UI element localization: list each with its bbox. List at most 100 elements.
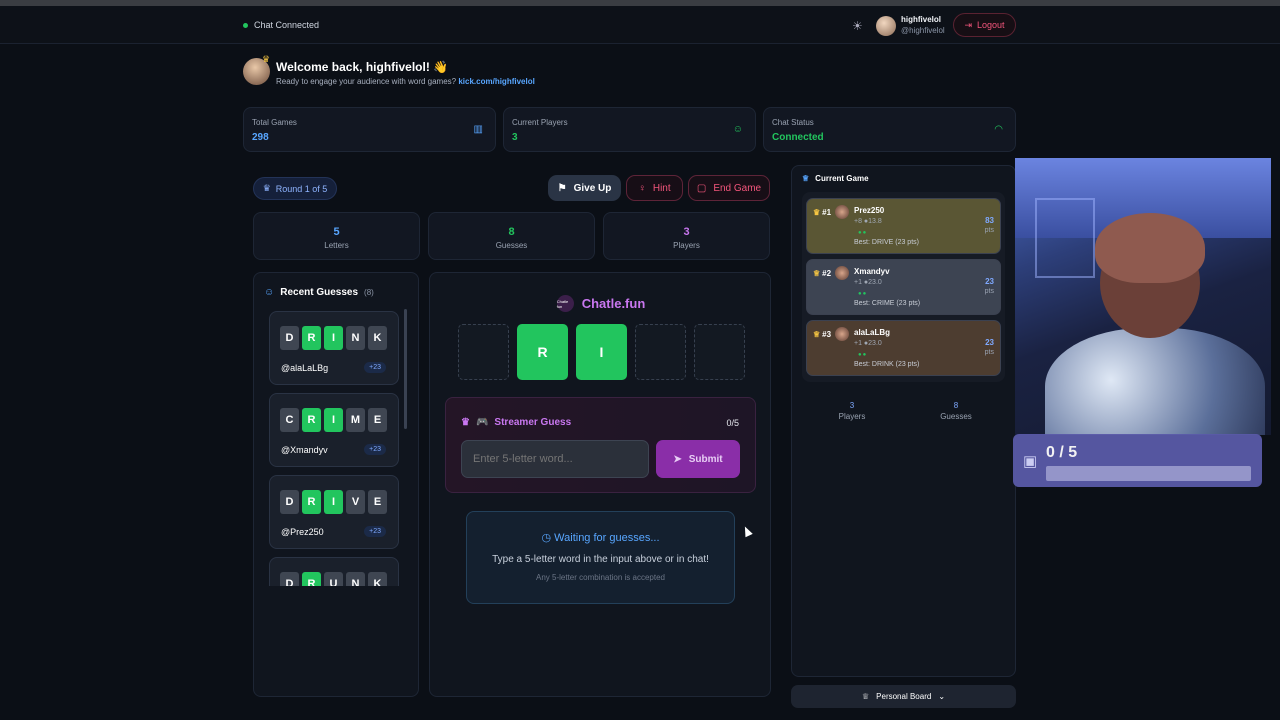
guess-user: @Xmandyv bbox=[281, 445, 328, 455]
status-dot-icon bbox=[243, 22, 248, 28]
player-points: 23 bbox=[985, 277, 994, 286]
gamepad-icon: 🎮 bbox=[475, 417, 489, 428]
current-game-players: 3 Players bbox=[812, 401, 892, 421]
scrollbar[interactable] bbox=[404, 309, 407, 429]
player-points-label: pts bbox=[984, 288, 994, 295]
submit-button[interactable]: ➤ Submit bbox=[656, 440, 740, 478]
list-item[interactable]: DRUNK bbox=[269, 557, 399, 586]
channel-link[interactable]: kick.com/highfivelol bbox=[458, 77, 534, 86]
medal-icon: ♛ bbox=[813, 208, 821, 217]
webcam-shelf bbox=[1035, 198, 1095, 278]
player-progress-dots: ●● bbox=[858, 291, 868, 297]
avatar bbox=[835, 327, 849, 341]
player-best: Best: CRIME (23 pts) bbox=[854, 300, 921, 307]
guess-points-badge: +23 bbox=[364, 362, 386, 373]
game-stat-letters: 5 Letters bbox=[253, 212, 420, 260]
hint-label: Hint bbox=[652, 182, 671, 194]
guess-tiles: DRINK bbox=[280, 326, 387, 350]
stat-label: Chat Status bbox=[772, 118, 814, 127]
logout-label: Logout bbox=[977, 20, 1005, 30]
theme-toggle-sun-icon[interactable]: ☀ bbox=[852, 19, 863, 33]
stat-value: 3 bbox=[512, 132, 518, 143]
recent-guesses-title: Recent Guesses bbox=[280, 287, 359, 298]
player-points: 83 bbox=[985, 216, 994, 225]
stat-card-total-games: Total Games 298 ▥ bbox=[243, 107, 496, 152]
board-tile: R bbox=[517, 324, 568, 380]
personal-board-button[interactable]: ♕ Personal Board ⌄ bbox=[791, 685, 1016, 708]
list-item[interactable]: C R I M E @Xmandyv +23 bbox=[269, 393, 399, 467]
player-best: Best: DRINK (23 pts) bbox=[854, 361, 920, 368]
game-stat-value: 8 bbox=[508, 226, 515, 238]
player-name: Prez250 bbox=[854, 206, 885, 215]
leaderboard-row[interactable]: ♕ #2 Xmandyv +1 ●23.0 ●● Best: CRIME (23 pts)… bbox=[806, 259, 1001, 315]
logout-button[interactable]: ⇥ Logout bbox=[953, 13, 1016, 37]
footer-value: 8 bbox=[953, 401, 959, 410]
list-item[interactable]: D R I N K @alaLaLBg +23 bbox=[269, 311, 399, 385]
rank-text: #1 bbox=[822, 208, 832, 217]
game-stat-label: Guesses bbox=[495, 241, 528, 250]
leaderboard-row[interactable]: ♛ #1 Prez250 +8 ●13.8 ●● Best: DRIVE (23 pts)… bbox=[806, 198, 1001, 254]
recent-guesses-panel: ☺ Recent Guesses (8) D R I N K @alaLaLBg +23 C R… bbox=[253, 272, 419, 697]
guess-tile: E bbox=[368, 490, 387, 514]
game-stat-guesses: 8 Guesses bbox=[428, 212, 595, 260]
end-game-button[interactable]: ▢ End Game bbox=[688, 175, 770, 201]
give-up-button[interactable]: ⚑ Give Up bbox=[548, 175, 621, 201]
rank-text: #3 bbox=[822, 330, 832, 339]
guess-tile: K bbox=[368, 326, 387, 350]
rank-label: ♛ #1 bbox=[813, 208, 831, 217]
guess-tile: V bbox=[346, 490, 365, 514]
personal-board-label: Personal Board bbox=[876, 692, 932, 701]
flag-icon: ⚑ bbox=[557, 182, 567, 194]
guess-points-badge: +23 bbox=[364, 526, 386, 537]
submit-label: Submit bbox=[688, 453, 723, 465]
logout-icon: ⇥ bbox=[964, 19, 972, 30]
hint-button[interactable]: ♀ Hint bbox=[626, 175, 683, 201]
game-board-panel: Chatle fun Chatle.fun RI ♛ 🎮 Streamer Gu… bbox=[429, 272, 771, 697]
footer-label: Guesses bbox=[940, 412, 972, 421]
crown-icon: ♛ bbox=[262, 183, 271, 193]
avatar[interactable] bbox=[876, 16, 896, 36]
board-tile bbox=[635, 324, 686, 380]
guess-tiles: DRIVE bbox=[280, 490, 387, 514]
guess-tile: D bbox=[280, 572, 299, 586]
stat-card-current-players: Current Players 3 ☺ bbox=[503, 107, 756, 152]
guess-tile: R bbox=[302, 490, 321, 514]
guess-tile: R bbox=[302, 572, 321, 586]
leaderboard-row[interactable]: ♕ #3 alaLaLBg +1 ●23.0 ●● Best: DRINK (23 pts… bbox=[806, 320, 1001, 376]
medal-icon: ♕ bbox=[813, 269, 821, 278]
welcome-subtitle-text: Ready to engage your audience with word … bbox=[276, 77, 457, 86]
lightbulb-icon: ♀ bbox=[638, 182, 646, 194]
stat-value: 298 bbox=[252, 132, 269, 143]
board-tile: I bbox=[576, 324, 627, 380]
player-points: 23 bbox=[985, 338, 994, 347]
guess-tile: N bbox=[346, 326, 365, 350]
recent-guesses-header: ☺ Recent Guesses (8) bbox=[264, 287, 374, 298]
medal-icon: ♕ bbox=[813, 330, 821, 339]
guess-tile: K bbox=[368, 572, 387, 586]
welcome-subtitle: Ready to engage your audience with word … bbox=[276, 77, 535, 86]
send-icon: ➤ bbox=[673, 453, 682, 465]
player-name: alaLaLBg bbox=[854, 328, 891, 337]
waiting-box: ◷ Waiting for guesses... Type a 5-letter… bbox=[466, 511, 735, 604]
brand-name: Chatle.fun bbox=[581, 296, 646, 311]
guess-tiles: DRUNK bbox=[280, 572, 387, 586]
recent-guesses-list[interactable]: D R I N K @alaLaLBg +23 C R I M E @Xmandyv +23 D R I V E @P… bbox=[269, 311, 399, 586]
trophy-icon: ♕ bbox=[802, 174, 810, 183]
word-board: RI bbox=[458, 324, 745, 380]
player-stats: +8 ●13.8 bbox=[854, 218, 882, 225]
webcam-person-cap bbox=[1095, 213, 1205, 283]
list-item[interactable]: D R I V E @Prez250 +23 bbox=[269, 475, 399, 549]
guess-tile: I bbox=[324, 326, 343, 350]
chat-status-label: Chat Connected bbox=[254, 20, 320, 30]
player-progress-dots: ●● bbox=[858, 352, 868, 358]
give-up-label: Give Up bbox=[573, 182, 612, 194]
word-input[interactable] bbox=[461, 440, 649, 478]
square-icon: ▢ bbox=[696, 182, 707, 194]
overlay-progress-text: 0 / 5 bbox=[1046, 444, 1078, 461]
waiting-note: Any 5-letter combination is accepted bbox=[536, 573, 665, 582]
bar-chart-icon: ▥ bbox=[473, 124, 483, 135]
username: highfivelol bbox=[901, 15, 941, 24]
guess-tile: N bbox=[346, 572, 365, 586]
current-game-header: ♕ Current Game bbox=[802, 174, 869, 183]
stat-value: Connected bbox=[772, 132, 824, 143]
